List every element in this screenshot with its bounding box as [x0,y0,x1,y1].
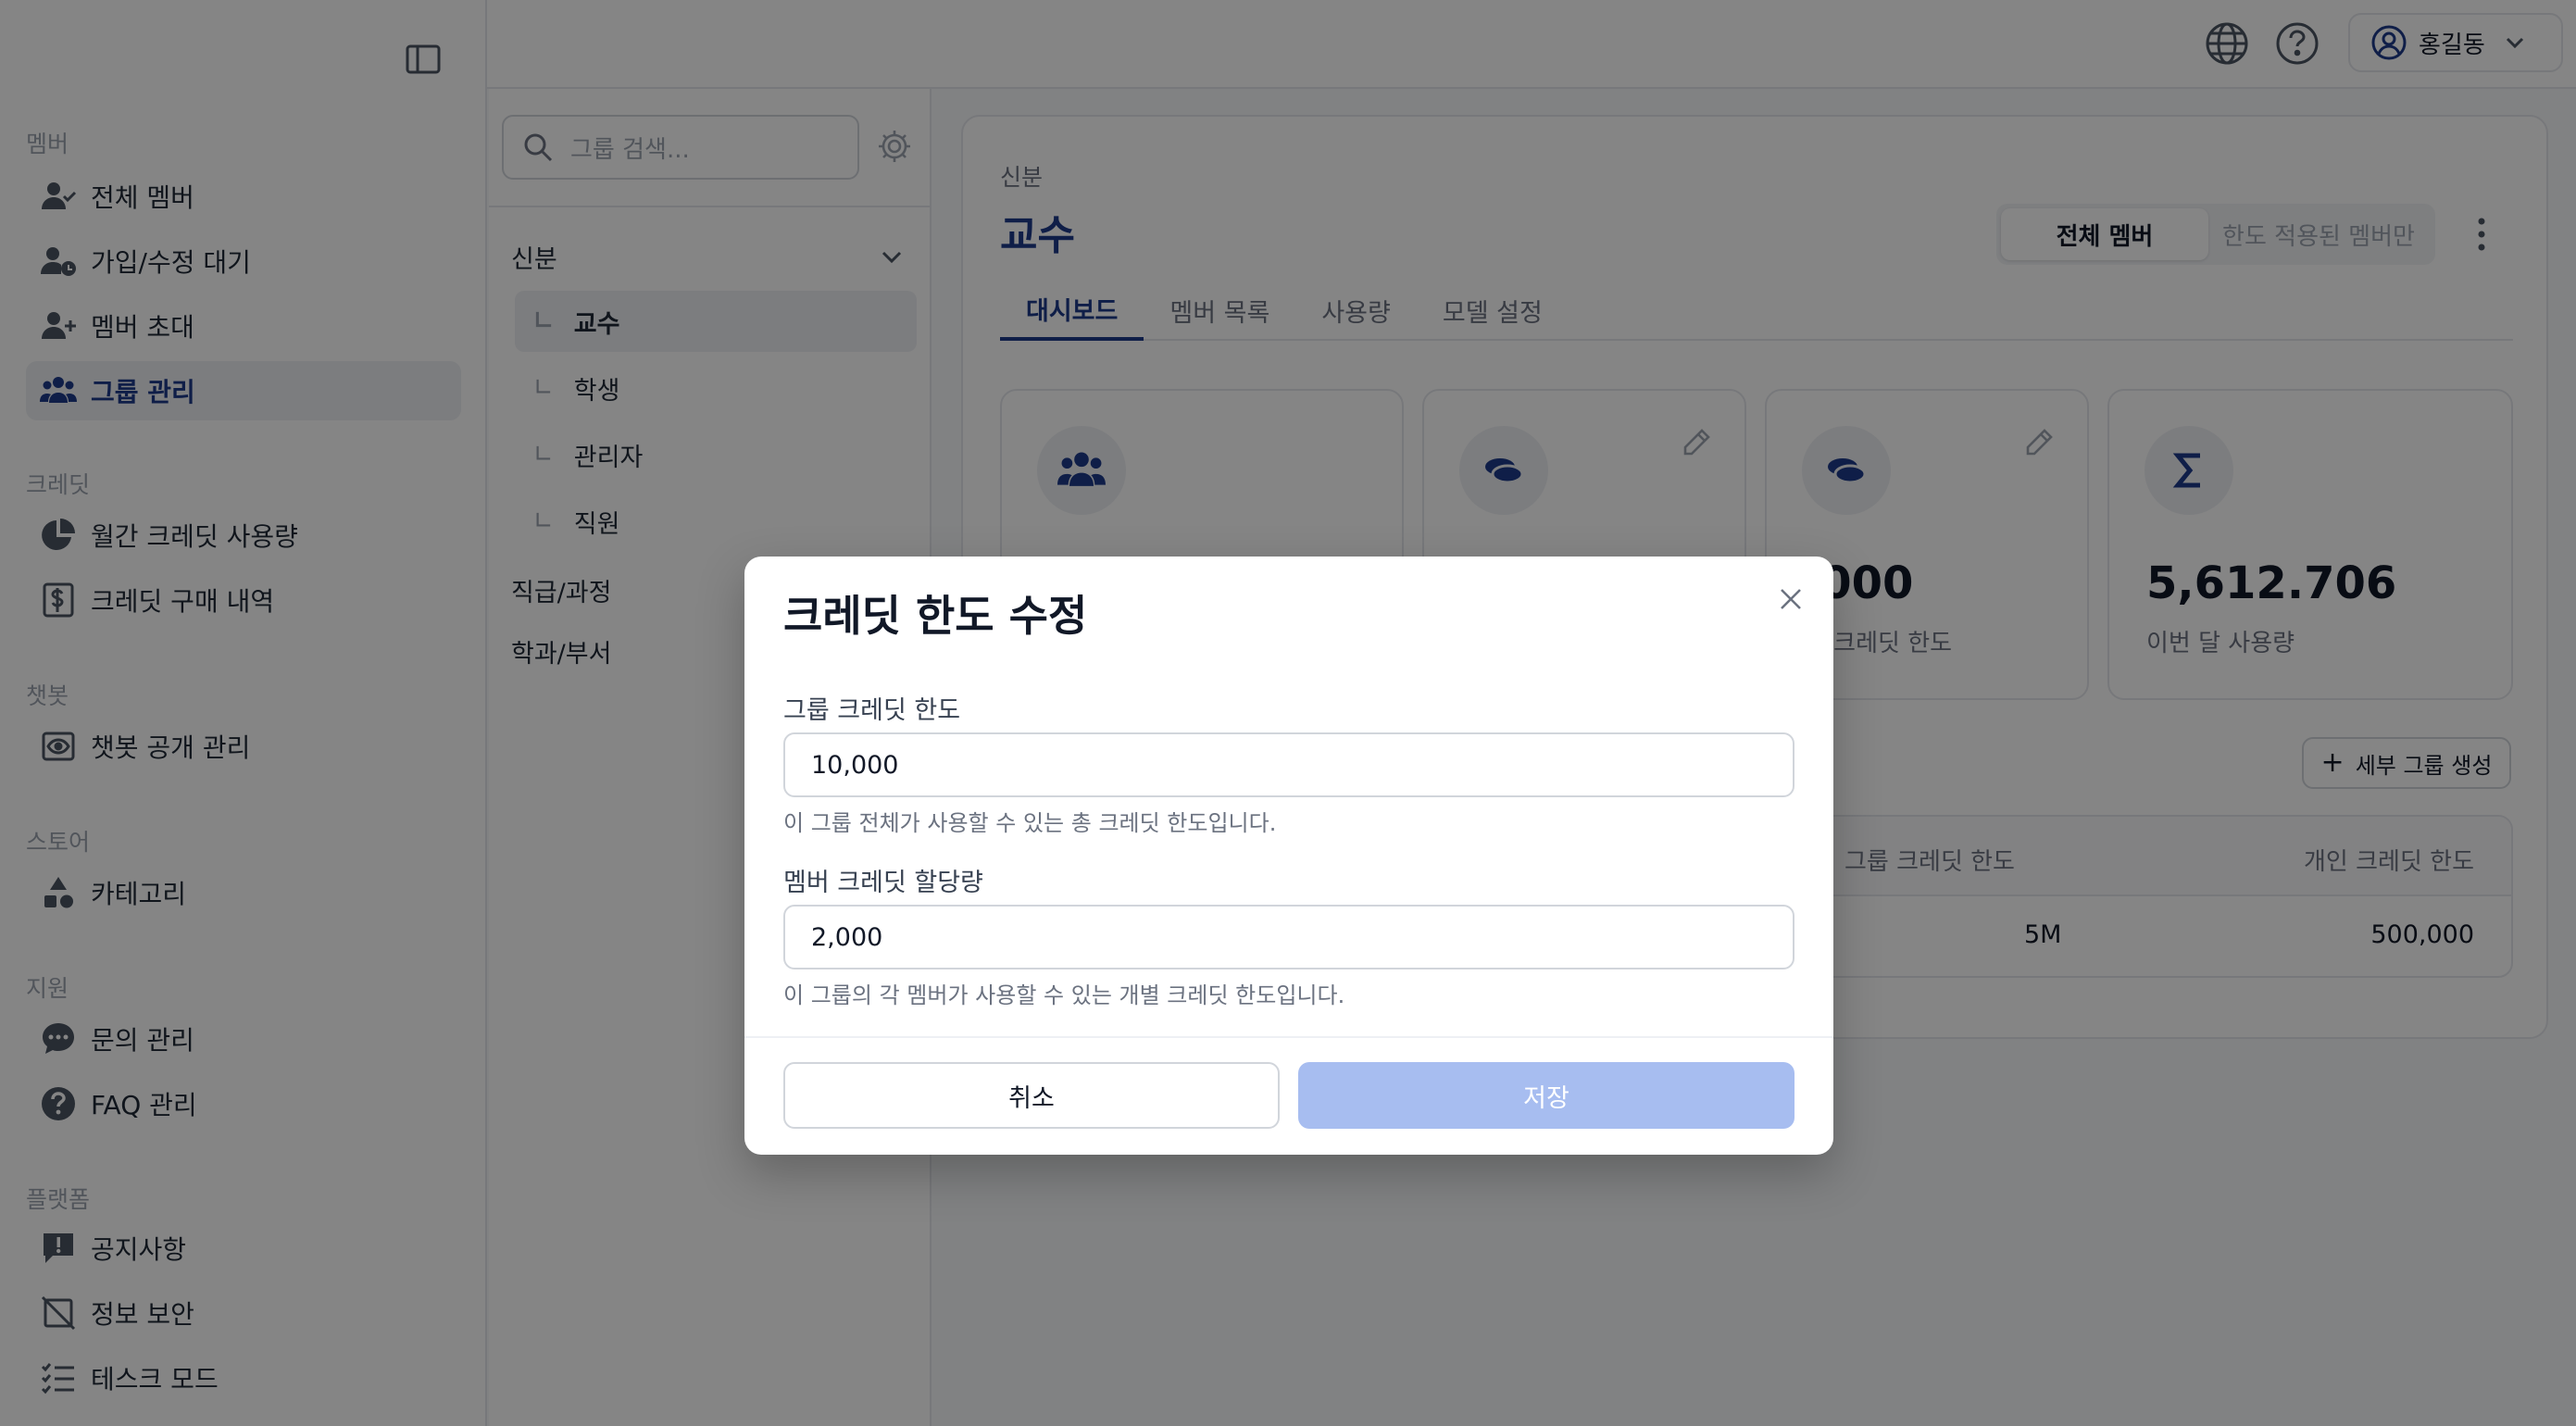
group-limit-input[interactable]: 10,000 [783,732,1794,797]
divider [744,1036,1833,1038]
group-limit-help: 이 그룹 전체가 사용할 수 있는 총 크레딧 한도입니다. [783,810,1277,836]
member-limit-label: 멤버 크레딧 할당량 [783,869,983,897]
member-limit-value: 2,000 [811,922,883,952]
credit-limit-modal: 크레딧 한도 수정 그룹 크레딧 한도 10,000 이 그룹 전체가 사용할 … [744,557,1833,1155]
member-limit-help: 이 그룹의 각 멤버가 사용할 수 있는 개별 크레딧 한도입니다. [783,982,1345,1008]
close-icon[interactable] [1774,582,1807,616]
group-limit-label: 그룹 크레딧 한도 [783,696,961,725]
cancel-button[interactable]: 취소 [783,1062,1280,1129]
member-limit-input[interactable]: 2,000 [783,905,1794,969]
group-limit-value: 10,000 [811,750,899,780]
save-button[interactable]: 저장 [1298,1062,1794,1129]
modal-title: 크레딧 한도 수정 [783,591,1088,641]
